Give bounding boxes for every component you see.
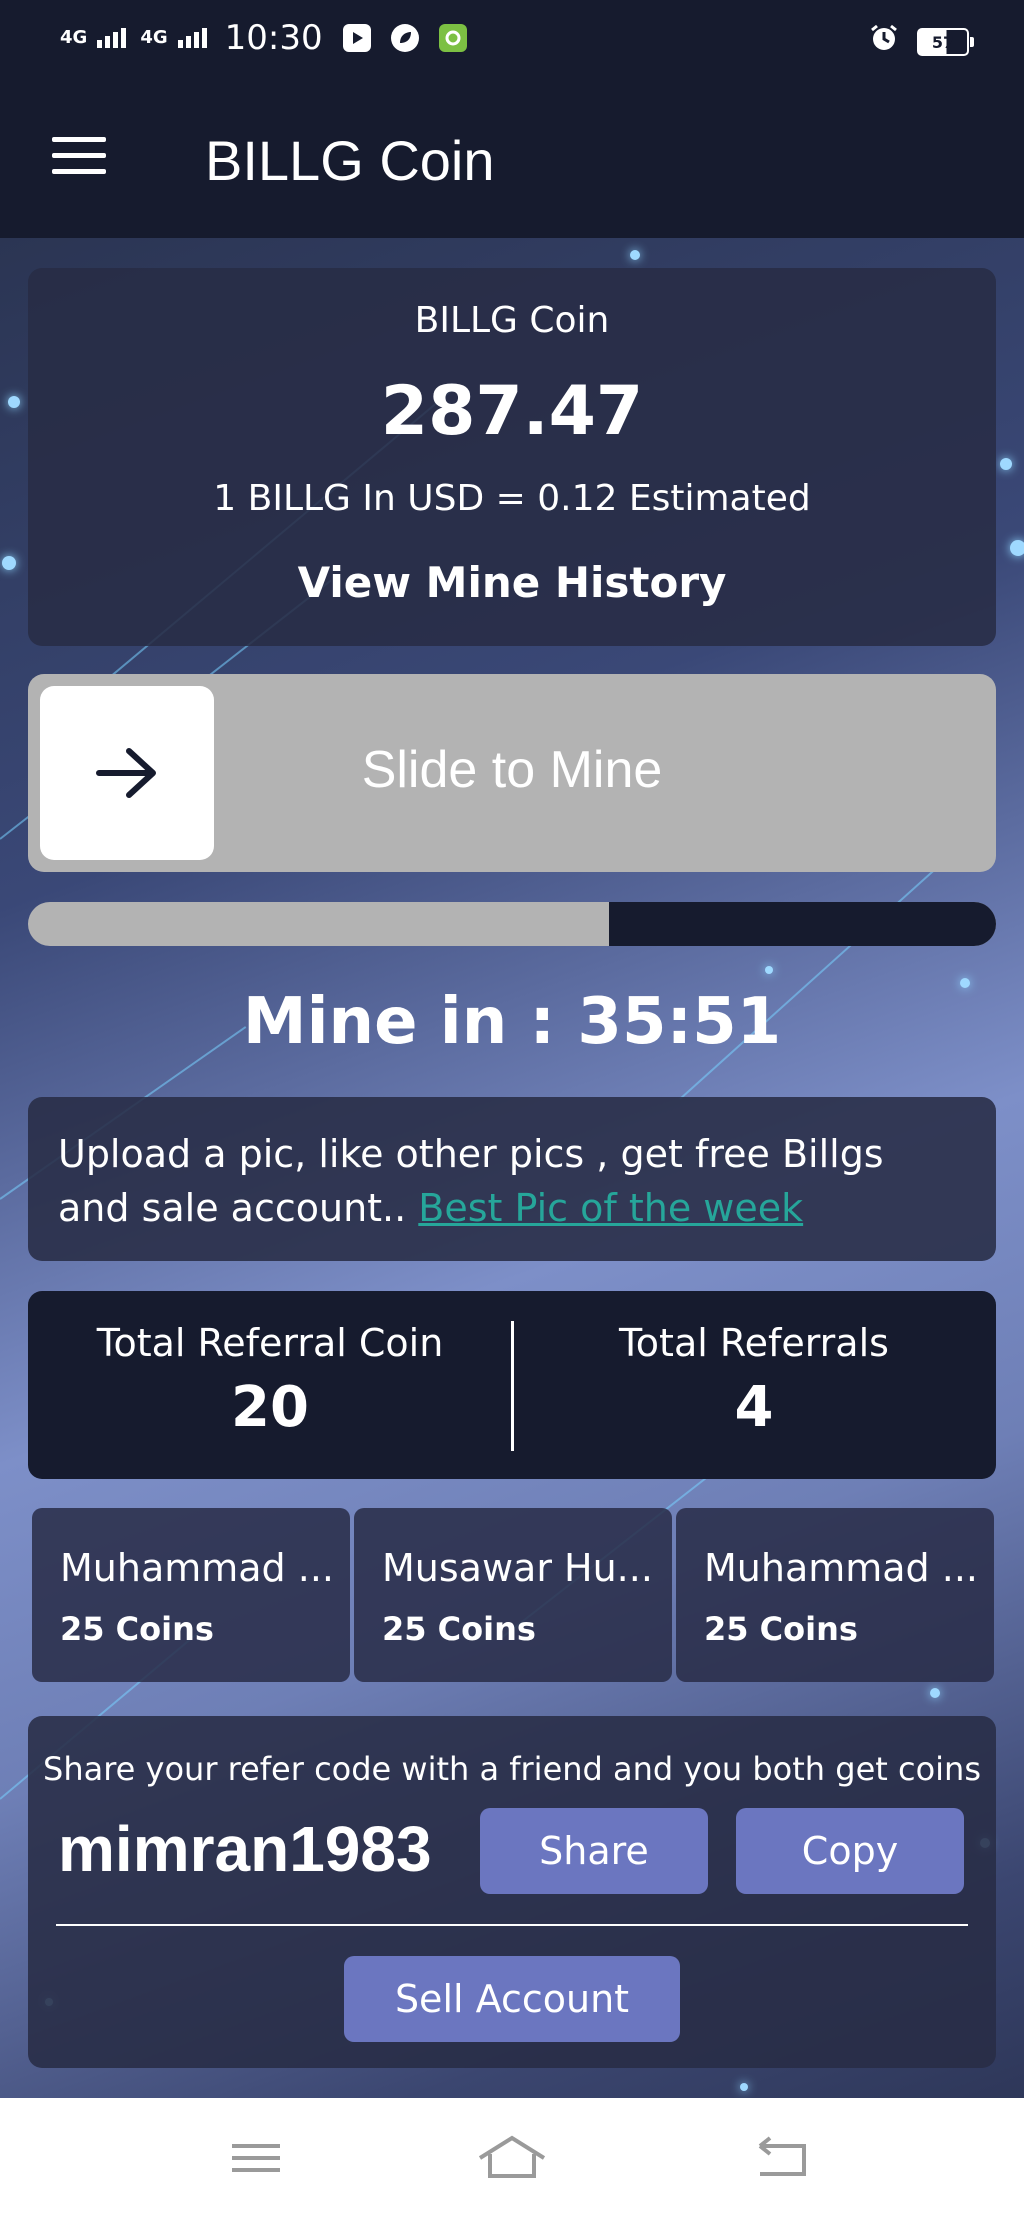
signal-icon-2 (177, 28, 207, 48)
refer-code: mimran1983 (58, 1813, 432, 1885)
referral-count-value: 4 (734, 1375, 774, 1440)
referral-coins: 25 Coins (382, 1610, 536, 1648)
status-right: 57 (869, 22, 974, 62)
network-type-2: 4G (140, 27, 168, 48)
leaf-notification-icon (390, 24, 419, 52)
referral-name: Muhammad ... (60, 1546, 334, 1590)
progress-remaining (608, 902, 996, 946)
referral-name: Muhammad ... (704, 1546, 978, 1590)
battery-level: 57 (931, 32, 955, 52)
share-card: Share your refer code with a friend and … (28, 1716, 996, 2068)
referral-item[interactable]: Muhammad ... 25 Coins (32, 1508, 350, 1682)
recent-apps-icon[interactable] (216, 2128, 296, 2188)
network-type-1: 4G (60, 27, 88, 48)
copy-button[interactable]: Copy (736, 1808, 964, 1894)
sell-account-button[interactable]: Sell Account (344, 1956, 680, 2042)
alarm-icon (869, 22, 899, 62)
arrow-right-icon (96, 748, 156, 798)
menu-icon[interactable] (52, 137, 106, 177)
usd-rate: 1 BILLG In USD = 0.12 Estimated (213, 478, 811, 519)
share-divider (56, 1924, 968, 1926)
balance-card: BILLG Coin 287.47 1 BILLG In USD = 0.12 … (28, 268, 996, 646)
referral-item[interactable]: Muhammad ... 25 Coins (676, 1508, 994, 1682)
slide-to-mine[interactable]: Slide to Mine (28, 674, 996, 872)
share-note: Share your refer code with a friend and … (43, 1750, 981, 1788)
play-notification-icon (342, 24, 371, 52)
coin-balance: 287.47 (380, 372, 644, 451)
status-bar: 4G 4G 10:30 57 (0, 0, 1024, 80)
back-icon[interactable] (742, 2128, 822, 2188)
battery-icon: 57 (917, 28, 974, 56)
signal-icon (97, 28, 127, 48)
referral-coin-column: Total Referral Coin 20 (28, 1321, 512, 1440)
referral-name: Musawar Hu... (382, 1546, 653, 1590)
app-notification-icon (438, 24, 467, 52)
promo-text-block: Upload a pic, like other pics , get free… (58, 1127, 966, 1235)
referral-coin-value: 20 (231, 1375, 309, 1440)
app-title: BILLG Coin (205, 129, 495, 192)
referral-item[interactable]: Musawar Hu... 25 Coins (354, 1508, 672, 1682)
referral-count-column: Total Referrals 4 (512, 1321, 996, 1440)
referral-coins: 25 Coins (704, 1610, 858, 1648)
mining-progress-bar (28, 902, 996, 946)
clock: 10:30 (224, 18, 323, 58)
coin-label: BILLG Coin (414, 300, 610, 341)
app-bar: BILLG Coin (0, 80, 1024, 238)
status-left: 4G 4G 10:30 (60, 18, 467, 58)
slider-handle[interactable] (40, 686, 214, 860)
home-icon[interactable] (472, 2128, 552, 2188)
best-pic-link[interactable]: Best Pic of the week (418, 1186, 803, 1230)
promo-card: Upload a pic, like other pics , get free… (28, 1097, 996, 1261)
referral-count-label: Total Referrals (619, 1321, 889, 1365)
referral-summary: Total Referral Coin 20 Total Referrals 4 (28, 1291, 996, 1479)
mine-timer: Mine in : 35:51 (242, 985, 782, 1059)
share-button[interactable]: Share (480, 1808, 708, 1894)
referral-coins: 25 Coins (60, 1610, 214, 1648)
system-nav-bar (0, 2098, 1024, 2218)
referral-coin-label: Total Referral Coin (96, 1321, 444, 1365)
view-mine-history-link[interactable]: View Mine History (28, 558, 996, 607)
